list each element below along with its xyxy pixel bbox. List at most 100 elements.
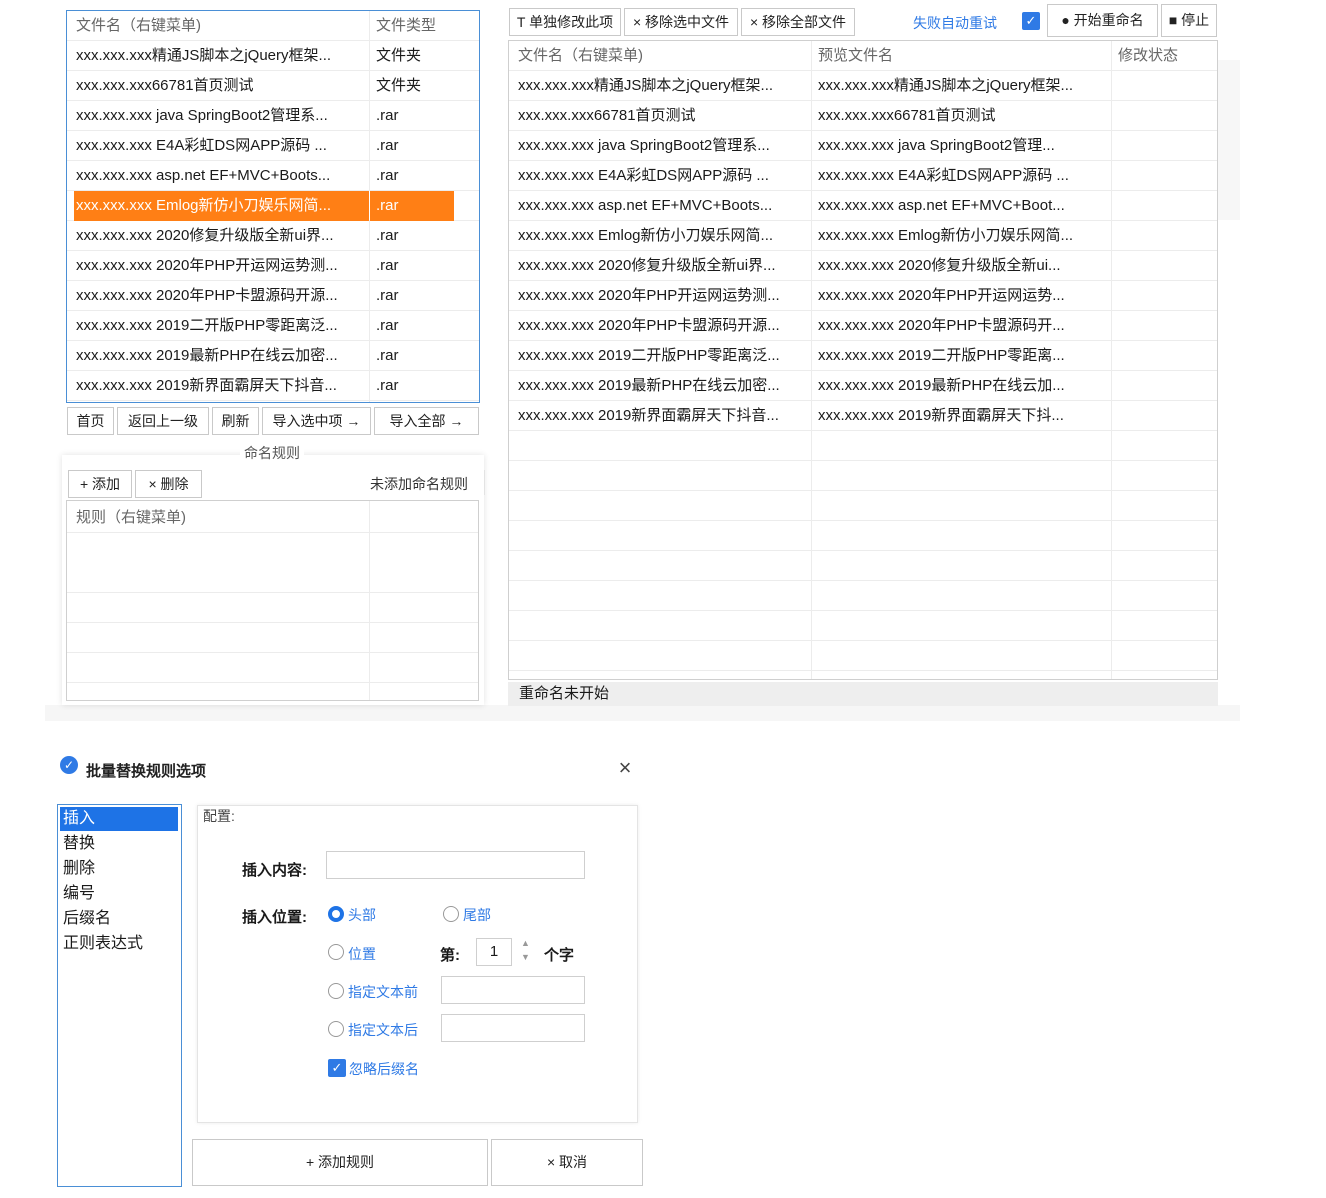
file-row[interactable]: xxx.xxx.xxx 2020年PHP卡盟源码开源... .rar: [67, 281, 479, 311]
before-text-label[interactable]: 指定文本前: [348, 982, 418, 1002]
rule-type-item[interactable]: 编号: [60, 882, 178, 906]
position-head-radio[interactable]: [328, 906, 344, 922]
rename-preview-cell: xxx.xxx.xxx E4A彩虹DS网APP源码 ...: [818, 167, 1069, 184]
file-row[interactable]: xxx.xxx.xxx 2019最新PHP在线云加密... .rar: [67, 341, 479, 371]
delete-rule-button[interactable]: × 删除: [135, 470, 202, 498]
rename-list-header: 文件名（右键菜单) 预览文件名 修改状态: [509, 41, 1217, 71]
start-rename-button[interactable]: ● 开始重命名: [1047, 4, 1158, 37]
file-type-cell: .rar: [376, 377, 399, 394]
rename-row[interactable]: xxx.xxx.xxx 2020年PHP开运网运势测... xxx.xxx.xxx…: [509, 281, 1217, 311]
add-rule-dialog-button[interactable]: + 添加规则: [192, 1139, 488, 1186]
rename-row: [509, 491, 1217, 521]
ignore-ext-checkbox[interactable]: ✓: [328, 1059, 346, 1077]
char-unit-label: 个字: [544, 947, 575, 964]
file-row[interactable]: xxx.xxx.xxx java SpringBoot2管理系... .rar: [67, 101, 479, 131]
rename-row[interactable]: xxx.xxx.xxx asp.net EF+MVC+Boots... xxx.x…: [509, 191, 1217, 221]
rename-row[interactable]: xxx.xxx.xxx Emlog新仿小刀娱乐网简... xxx.xxx.xxx …: [509, 221, 1217, 251]
column-header-rule[interactable]: 规则（右键菜单): [76, 503, 376, 533]
rename-row[interactable]: xxx.xxx.xxx 2019二开版PHP零距离泛... xxx.xxx.xxx…: [509, 341, 1217, 371]
rename-row[interactable]: xxx.xxx.xxx精通JS脚本之jQuery框架... xxx.xxx.xxx…: [509, 71, 1217, 101]
file-row[interactable]: xxx.xxx.xxx66781首页测试 文件夹: [67, 71, 479, 101]
close-icon[interactable]: ×: [616, 757, 634, 779]
edit-single-button[interactable]: T 单独修改此项: [509, 8, 621, 36]
rename-row[interactable]: xxx.xxx.xxx java SpringBoot2管理系... xxx.xx…: [509, 131, 1217, 161]
file-type-cell: .rar: [376, 107, 399, 124]
rule-type-list[interactable]: 插入 替换 删除 编号 后缀名 正则表达式: [57, 804, 182, 1187]
home-button[interactable]: 首页: [67, 407, 114, 435]
rename-row[interactable]: xxx.xxx.xxx66781首页测试 xxx.xxx.xxx66781首页测试: [509, 101, 1217, 131]
file-name-cell: xxx.xxx.xxx java SpringBoot2管理系...: [76, 107, 328, 124]
column-header-filename[interactable]: 文件名（右键菜单): [518, 41, 808, 71]
stepper-arrows-icon[interactable]: ▲ ▼: [521, 936, 530, 964]
cancel-button[interactable]: × 取消: [491, 1139, 643, 1186]
insert-content-input[interactable]: [326, 851, 585, 879]
before-text-radio[interactable]: [328, 983, 344, 999]
rule-type-item[interactable]: 后缀名: [60, 907, 178, 931]
column-header-status[interactable]: 修改状态: [1118, 41, 1213, 71]
rename-preview-cell: xxx.xxx.xxx java SpringBoot2管理...: [818, 137, 1055, 154]
column-header-filename[interactable]: 文件名（右键菜单): [76, 11, 366, 41]
rules-list[interactable]: 规则（右键菜单): [66, 500, 479, 701]
config-label: 配置:: [203, 806, 239, 826]
rename-status-cell: [1118, 221, 1213, 251]
file-type-cell: 文件夹: [376, 47, 422, 64]
column-header-preview[interactable]: 预览文件名: [818, 41, 1108, 71]
rename-row[interactable]: xxx.xxx.xxx 2020年PHP卡盟源码开源... xxx.xxx.xxx…: [509, 311, 1217, 341]
file-name-cell: xxx.xxx.xxx E4A彩虹DS网APP源码 ...: [76, 137, 327, 154]
auto-retry-checkbox[interactable]: ✓: [1022, 12, 1040, 30]
nth-stepper-input[interactable]: 1: [476, 938, 512, 966]
rename-status-cell: [1118, 251, 1213, 281]
after-text-input[interactable]: [441, 1014, 585, 1042]
rename-row[interactable]: xxx.xxx.xxx E4A彩虹DS网APP源码 ... xxx.xxx.xxx…: [509, 161, 1217, 191]
app-logo-icon: ✓: [60, 756, 78, 774]
position-tail-radio[interactable]: [443, 906, 459, 922]
remove-all-button[interactable]: × 移除全部文件: [741, 8, 855, 36]
file-type-cell: 文件夹: [376, 77, 422, 94]
remove-selected-button[interactable]: × 移除选中文件: [624, 8, 738, 36]
file-row[interactable]: xxx.xxx.xxx精通JS脚本之jQuery框架... 文件夹: [67, 41, 479, 71]
import-selected-button[interactable]: 导入选中项 →: [262, 407, 371, 435]
after-text-label[interactable]: 指定文本后: [348, 1020, 418, 1040]
rename-row[interactable]: xxx.xxx.xxx 2019最新PHP在线云加密... xxx.xxx.xxx…: [509, 371, 1217, 401]
rule-type-item[interactable]: 删除: [60, 857, 178, 881]
rename-row[interactable]: xxx.xxx.xxx 2020修复升级版全新ui界... xxx.xxx.xxx…: [509, 251, 1217, 281]
file-name-cell: xxx.xxx.xxx 2019新界面霸屏天下抖音...: [76, 377, 337, 394]
column-header-type[interactable]: 文件类型: [376, 11, 476, 41]
stop-button[interactable]: ■ 停止: [1161, 4, 1217, 37]
position-head-label[interactable]: 头部: [348, 905, 376, 925]
dialog-title: 批量替换规则选项: [86, 763, 207, 780]
rename-row[interactable]: xxx.xxx.xxx 2019新界面霸屏天下抖音... xxx.xxx.xxx …: [509, 401, 1217, 431]
rename-name-cell: xxx.xxx.xxx 2019新界面霸屏天下抖音...: [518, 407, 779, 424]
file-row[interactable]: xxx.xxx.xxx 2019新界面霸屏天下抖音... .rar: [67, 371, 479, 401]
auto-retry-label[interactable]: 失败自动重试: [913, 13, 997, 33]
rule-type-item[interactable]: 插入: [60, 807, 178, 831]
add-rule-button[interactable]: + 添加: [68, 470, 132, 498]
position-index-radio[interactable]: [328, 944, 344, 960]
refresh-button[interactable]: 刷新: [212, 407, 259, 435]
file-row[interactable]: xxx.xxx.xxx asp.net EF+MVC+Boots... .rar: [67, 161, 479, 191]
rename-preview-list[interactable]: 文件名（右键菜单) 预览文件名 修改状态 xxx.xxx.xxx精通JS脚本之j…: [508, 40, 1218, 701]
rename-row: [509, 611, 1217, 641]
file-name-cell: xxx.xxx.xxx 2020年PHP开运网运势测...: [76, 257, 338, 274]
naming-rules-title: 命名规则: [240, 443, 304, 463]
ignore-ext-label[interactable]: 忽略后缀名: [349, 1059, 419, 1079]
rule-type-item[interactable]: 替换: [60, 832, 178, 856]
file-type-cell: .rar: [376, 227, 399, 244]
file-row[interactable]: xxx.xxx.xxx E4A彩虹DS网APP源码 ... .rar: [67, 131, 479, 161]
file-row[interactable]: xxx.xxx.xxx Emlog新仿小刀娱乐网简... .rar: [67, 191, 479, 221]
import-all-button[interactable]: 导入全部 →: [374, 407, 479, 435]
after-text-radio[interactable]: [328, 1021, 344, 1037]
rename-row: [509, 521, 1217, 551]
position-tail-label[interactable]: 尾部: [463, 905, 491, 925]
file-name-cell: xxx.xxx.xxx Emlog新仿小刀娱乐网简...: [74, 191, 369, 221]
file-name-cell: xxx.xxx.xxx asp.net EF+MVC+Boots...: [76, 167, 331, 184]
file-browser-list[interactable]: 文件名（右键菜单) 文件类型 xxx.xxx.xxx精通JS脚本之jQuery框…: [66, 10, 480, 403]
rule-type-item[interactable]: 正则表达式: [60, 932, 178, 956]
file-row[interactable]: xxx.xxx.xxx 2020年PHP开运网运势测... .rar: [67, 251, 479, 281]
file-row[interactable]: xxx.xxx.xxx 2020修复升级版全新ui界... .rar: [67, 221, 479, 251]
before-text-input[interactable]: [441, 976, 585, 1004]
back-button[interactable]: 返回上一级: [117, 407, 209, 435]
position-index-label[interactable]: 位置: [348, 944, 376, 964]
rename-status-cell: [1118, 71, 1213, 101]
file-row[interactable]: xxx.xxx.xxx 2019二开版PHP零距离泛... .rar: [67, 311, 479, 341]
